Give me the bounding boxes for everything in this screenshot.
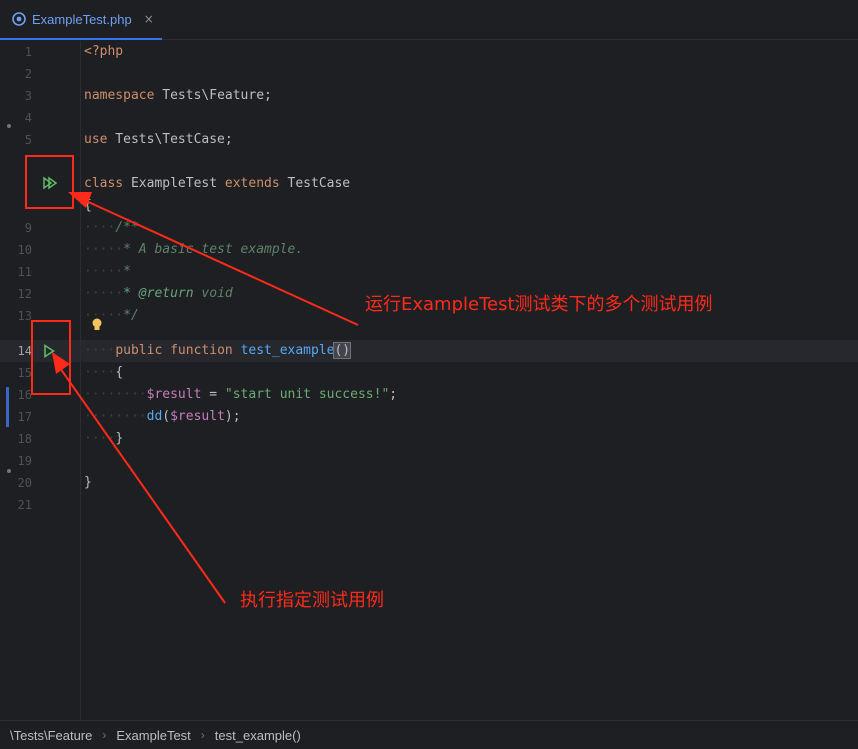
breadcrumb-method[interactable]: test_example() <box>215 728 301 743</box>
breadcrumb-namespace[interactable]: \Tests\Feature <box>10 728 92 743</box>
breadcrumb-separator: › <box>102 728 107 742</box>
breadcrumb-class[interactable]: ExampleTest <box>116 728 190 743</box>
breadcrumb: \Tests\Feature › ExampleTest › test_exam… <box>0 720 858 749</box>
annotation-class-run: 运行ExampleTest测试类下的多个测试用例 <box>365 294 713 315</box>
annotation-method-run: 执行指定测试用例 <box>240 590 384 611</box>
breadcrumb-separator: › <box>200 728 205 742</box>
annotation-arrows <box>52 192 359 604</box>
